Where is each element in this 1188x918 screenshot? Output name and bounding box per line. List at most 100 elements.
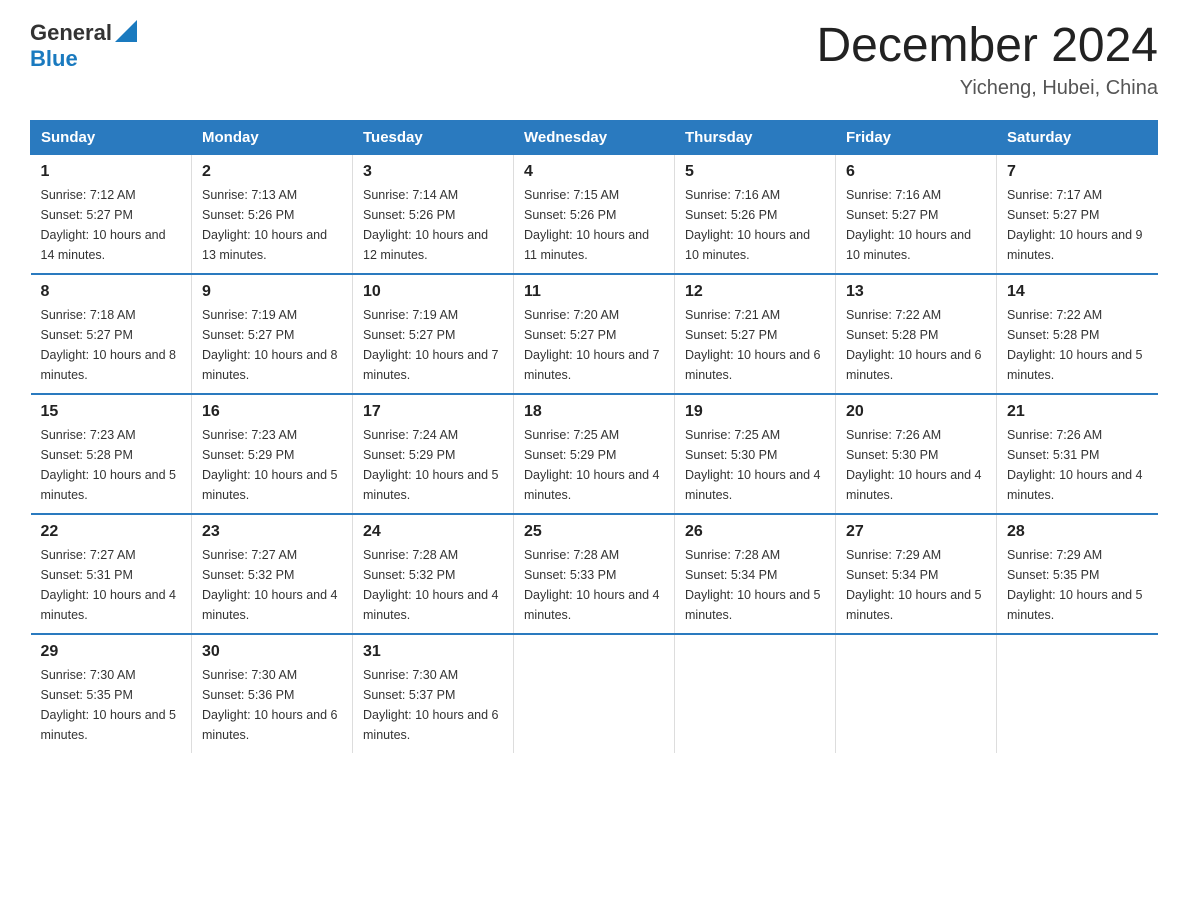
day-number: 9 [202, 283, 342, 301]
day-number: 14 [1007, 283, 1148, 301]
table-row: 22 Sunrise: 7:27 AM Sunset: 5:31 PM Dayl… [31, 514, 192, 634]
table-row: 6 Sunrise: 7:16 AM Sunset: 5:27 PM Dayli… [836, 154, 997, 274]
table-row: 11 Sunrise: 7:20 AM Sunset: 5:27 PM Dayl… [514, 274, 675, 394]
day-number: 26 [685, 523, 825, 541]
table-row: 21 Sunrise: 7:26 AM Sunset: 5:31 PM Dayl… [997, 394, 1158, 514]
table-row: 25 Sunrise: 7:28 AM Sunset: 5:33 PM Dayl… [514, 514, 675, 634]
day-info: Sunrise: 7:23 AM Sunset: 5:29 PM Dayligh… [202, 425, 342, 505]
col-sunday: Sunday [31, 120, 192, 154]
day-number: 3 [363, 163, 503, 181]
day-info: Sunrise: 7:25 AM Sunset: 5:29 PM Dayligh… [524, 425, 664, 505]
table-row: 13 Sunrise: 7:22 AM Sunset: 5:28 PM Dayl… [836, 274, 997, 394]
table-row: 10 Sunrise: 7:19 AM Sunset: 5:27 PM Dayl… [353, 274, 514, 394]
day-number: 25 [524, 523, 664, 541]
col-monday: Monday [192, 120, 353, 154]
table-row: 14 Sunrise: 7:22 AM Sunset: 5:28 PM Dayl… [997, 274, 1158, 394]
day-info: Sunrise: 7:12 AM Sunset: 5:27 PM Dayligh… [41, 185, 182, 265]
table-row: 17 Sunrise: 7:24 AM Sunset: 5:29 PM Dayl… [353, 394, 514, 514]
day-info: Sunrise: 7:28 AM Sunset: 5:34 PM Dayligh… [685, 545, 825, 625]
table-row: 30 Sunrise: 7:30 AM Sunset: 5:36 PM Dayl… [192, 634, 353, 753]
table-row: 18 Sunrise: 7:25 AM Sunset: 5:29 PM Dayl… [514, 394, 675, 514]
day-info: Sunrise: 7:28 AM Sunset: 5:33 PM Dayligh… [524, 545, 664, 625]
table-row: 7 Sunrise: 7:17 AM Sunset: 5:27 PM Dayli… [997, 154, 1158, 274]
day-info: Sunrise: 7:27 AM Sunset: 5:32 PM Dayligh… [202, 545, 342, 625]
day-info: Sunrise: 7:26 AM Sunset: 5:31 PM Dayligh… [1007, 425, 1148, 505]
day-info: Sunrise: 7:23 AM Sunset: 5:28 PM Dayligh… [41, 425, 182, 505]
col-saturday: Saturday [997, 120, 1158, 154]
table-row [675, 634, 836, 753]
table-row: 1 Sunrise: 7:12 AM Sunset: 5:27 PM Dayli… [31, 154, 192, 274]
logo-blue-text: Blue [30, 47, 137, 71]
day-info: Sunrise: 7:17 AM Sunset: 5:27 PM Dayligh… [1007, 185, 1148, 265]
calendar-week-row: 1 Sunrise: 7:12 AM Sunset: 5:27 PM Dayli… [31, 154, 1158, 274]
day-info: Sunrise: 7:16 AM Sunset: 5:26 PM Dayligh… [685, 185, 825, 265]
day-number: 27 [846, 523, 986, 541]
table-row: 9 Sunrise: 7:19 AM Sunset: 5:27 PM Dayli… [192, 274, 353, 394]
day-info: Sunrise: 7:15 AM Sunset: 5:26 PM Dayligh… [524, 185, 664, 265]
table-row [514, 634, 675, 753]
table-row: 15 Sunrise: 7:23 AM Sunset: 5:28 PM Dayl… [31, 394, 192, 514]
day-number: 5 [685, 163, 825, 181]
day-number: 10 [363, 283, 503, 301]
day-info: Sunrise: 7:19 AM Sunset: 5:27 PM Dayligh… [202, 305, 342, 385]
col-tuesday: Tuesday [353, 120, 514, 154]
day-info: Sunrise: 7:22 AM Sunset: 5:28 PM Dayligh… [846, 305, 986, 385]
table-row: 5 Sunrise: 7:16 AM Sunset: 5:26 PM Dayli… [675, 154, 836, 274]
day-info: Sunrise: 7:30 AM Sunset: 5:35 PM Dayligh… [41, 665, 182, 745]
table-row: 28 Sunrise: 7:29 AM Sunset: 5:35 PM Dayl… [997, 514, 1158, 634]
day-number: 18 [524, 403, 664, 421]
col-friday: Friday [836, 120, 997, 154]
day-number: 29 [41, 643, 182, 661]
table-row: 2 Sunrise: 7:13 AM Sunset: 5:26 PM Dayli… [192, 154, 353, 274]
day-info: Sunrise: 7:24 AM Sunset: 5:29 PM Dayligh… [363, 425, 503, 505]
table-row: 12 Sunrise: 7:21 AM Sunset: 5:27 PM Dayl… [675, 274, 836, 394]
table-row: 20 Sunrise: 7:26 AM Sunset: 5:30 PM Dayl… [836, 394, 997, 514]
day-info: Sunrise: 7:21 AM Sunset: 5:27 PM Dayligh… [685, 305, 825, 385]
day-number: 15 [41, 403, 182, 421]
day-number: 7 [1007, 163, 1148, 181]
day-info: Sunrise: 7:19 AM Sunset: 5:27 PM Dayligh… [363, 305, 503, 385]
calendar-header-row: Sunday Monday Tuesday Wednesday Thursday… [31, 120, 1158, 154]
day-info: Sunrise: 7:26 AM Sunset: 5:30 PM Dayligh… [846, 425, 986, 505]
day-number: 13 [846, 283, 986, 301]
calendar-week-row: 22 Sunrise: 7:27 AM Sunset: 5:31 PM Dayl… [31, 514, 1158, 634]
day-number: 28 [1007, 523, 1148, 541]
table-row [997, 634, 1158, 753]
calendar-week-row: 29 Sunrise: 7:30 AM Sunset: 5:35 PM Dayl… [31, 634, 1158, 753]
day-number: 11 [524, 283, 664, 301]
day-number: 2 [202, 163, 342, 181]
day-number: 31 [363, 643, 503, 661]
day-number: 6 [846, 163, 986, 181]
location-text: Yicheng, Hubei, China [816, 77, 1158, 100]
day-info: Sunrise: 7:16 AM Sunset: 5:27 PM Dayligh… [846, 185, 986, 265]
day-info: Sunrise: 7:29 AM Sunset: 5:35 PM Dayligh… [1007, 545, 1148, 625]
table-row: 27 Sunrise: 7:29 AM Sunset: 5:34 PM Dayl… [836, 514, 997, 634]
table-row: 24 Sunrise: 7:28 AM Sunset: 5:32 PM Dayl… [353, 514, 514, 634]
day-number: 23 [202, 523, 342, 541]
day-info: Sunrise: 7:25 AM Sunset: 5:30 PM Dayligh… [685, 425, 825, 505]
table-row: 16 Sunrise: 7:23 AM Sunset: 5:29 PM Dayl… [192, 394, 353, 514]
day-number: 19 [685, 403, 825, 421]
day-info: Sunrise: 7:28 AM Sunset: 5:32 PM Dayligh… [363, 545, 503, 625]
day-number: 24 [363, 523, 503, 541]
calendar-week-row: 8 Sunrise: 7:18 AM Sunset: 5:27 PM Dayli… [31, 274, 1158, 394]
logo: General Blue [30, 20, 137, 71]
table-row [836, 634, 997, 753]
day-number: 21 [1007, 403, 1148, 421]
day-info: Sunrise: 7:22 AM Sunset: 5:28 PM Dayligh… [1007, 305, 1148, 385]
month-title: December 2024 [816, 20, 1158, 73]
table-row: 8 Sunrise: 7:18 AM Sunset: 5:27 PM Dayli… [31, 274, 192, 394]
day-number: 30 [202, 643, 342, 661]
table-row: 3 Sunrise: 7:14 AM Sunset: 5:26 PM Dayli… [353, 154, 514, 274]
page-header: General Blue December 2024 Yicheng, Hube… [30, 20, 1158, 100]
calendar-week-row: 15 Sunrise: 7:23 AM Sunset: 5:28 PM Dayl… [31, 394, 1158, 514]
table-row: 19 Sunrise: 7:25 AM Sunset: 5:30 PM Dayl… [675, 394, 836, 514]
table-row: 23 Sunrise: 7:27 AM Sunset: 5:32 PM Dayl… [192, 514, 353, 634]
day-info: Sunrise: 7:13 AM Sunset: 5:26 PM Dayligh… [202, 185, 342, 265]
day-info: Sunrise: 7:29 AM Sunset: 5:34 PM Dayligh… [846, 545, 986, 625]
day-number: 4 [524, 163, 664, 181]
day-number: 22 [41, 523, 182, 541]
logo-general-text: General [30, 21, 112, 45]
title-section: December 2024 Yicheng, Hubei, China [816, 20, 1158, 100]
day-number: 17 [363, 403, 503, 421]
